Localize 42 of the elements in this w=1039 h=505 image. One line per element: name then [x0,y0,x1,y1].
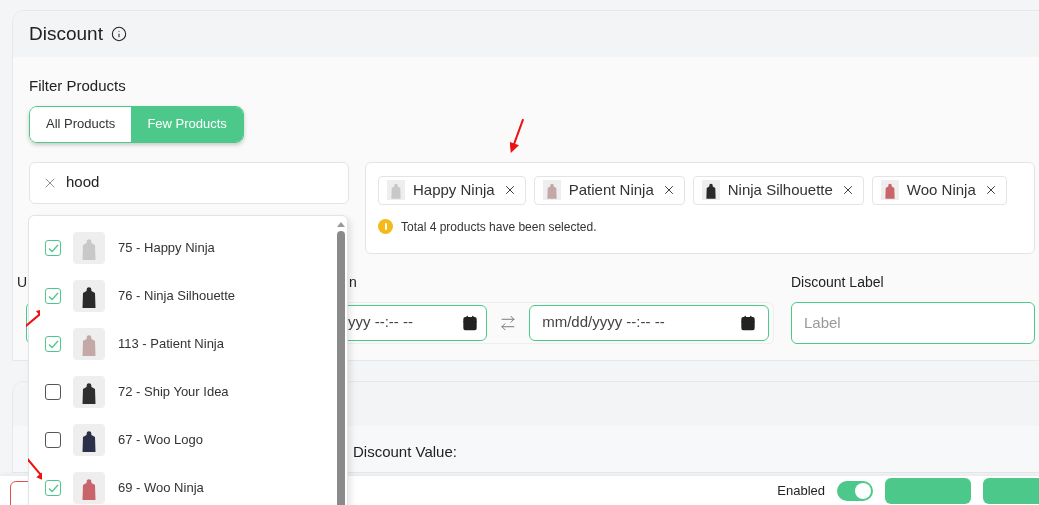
end-date-field[interactable]: mm/dd/yyyy --:-- -- [529,304,769,341]
checkbox[interactable] [45,240,61,256]
result-label: 75 - Happy Ninja [118,239,215,258]
chip-label: Patient Ninja [568,179,654,200]
calendar-icon[interactable] [740,314,756,331]
field-label: Discount Value: [353,442,457,460]
result-label: 67 - Woo Logo [118,431,204,450]
enabled-toggle[interactable] [837,480,873,501]
filter-tab[interactable]: All Products [30,106,132,142]
result-row[interactable]: 67 - Woo Logo [29,416,335,464]
check-icon [47,483,59,493]
checkbox[interactable] [45,432,61,448]
checkbox[interactable] [45,336,61,352]
check-icon [47,291,59,301]
selection-note: Total 4 products have been selected. [401,218,597,236]
label-input[interactable]: Label [791,301,1035,344]
chip-label: Ninja Silhouette [727,179,833,200]
result-label: 113 - Patient Ninja [118,335,224,354]
check-icon [47,243,59,253]
enabled-label: Enabled [777,481,825,500]
update-button[interactable] [885,477,971,504]
info-icon [110,26,127,42]
chip-label: Woo Ninja [906,179,976,200]
result-row[interactable]: 69 - Woo Ninja [29,464,335,505]
field-label: Discount Label [791,272,885,292]
checkbox[interactable] [45,480,61,496]
result-row[interactable]: 75 - Happy Ninja [29,224,335,272]
section-title: Discount [29,21,103,46]
search-field[interactable]: hood [29,161,349,204]
check-icon [47,339,59,349]
checkbox[interactable] [45,384,61,400]
checkbox[interactable] [45,288,61,304]
field-label: n [349,272,357,292]
field-label: U [17,272,28,292]
result-label: 69 - Woo Ninja [118,479,204,498]
filter-label: Filter Products [29,76,127,96]
result-label: 76 - Ninja Silhouette [118,287,236,306]
result-row[interactable]: 72 - Ship Your Idea [29,368,335,416]
calendar-icon[interactable] [462,314,479,331]
chip-label: Happy Ninja [413,179,495,200]
result-label: 72 - Ship Your Idea [118,383,229,402]
info-badge-icon [378,219,393,234]
